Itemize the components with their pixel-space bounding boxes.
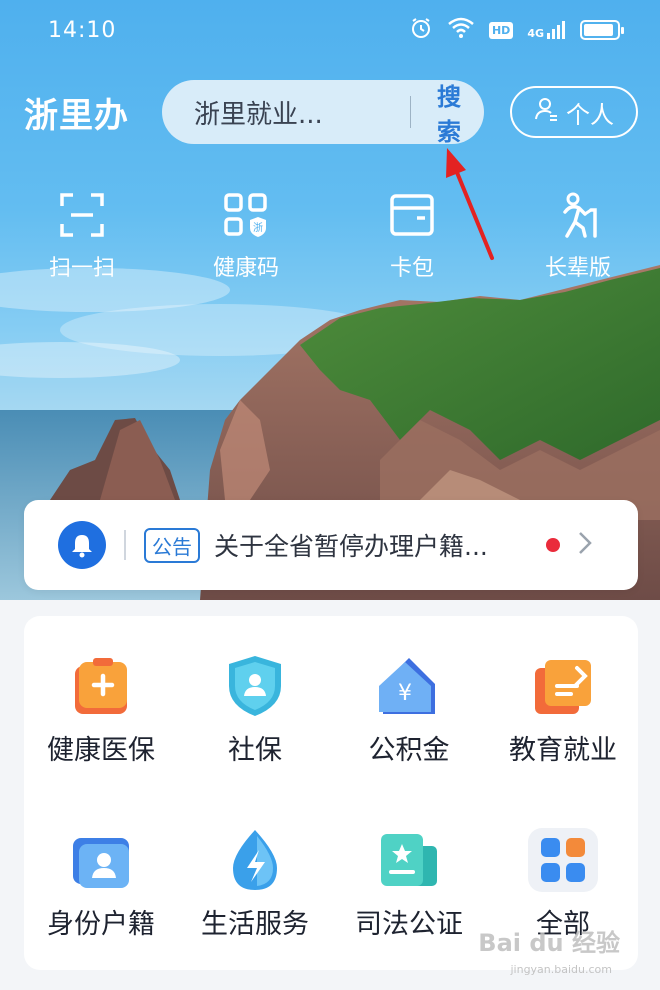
service-social-security[interactable]: 社保 bbox=[178, 654, 332, 767]
notice-divider bbox=[124, 530, 126, 560]
battery-icon bbox=[580, 20, 624, 40]
personal-label: 个人 bbox=[566, 100, 614, 129]
status-bar: 14:10 HD 4G bbox=[0, 0, 660, 64]
quick-action-label: 长辈版 bbox=[544, 256, 611, 281]
judicial-notary-icon bbox=[381, 834, 437, 886]
quick-action-label: 扫一扫 bbox=[48, 256, 115, 281]
service-education-employment[interactable]: 教育就业 bbox=[486, 654, 640, 767]
quick-action-card-wallet[interactable]: 卡包 bbox=[352, 192, 472, 282]
card-wallet-icon bbox=[390, 194, 434, 236]
user-icon bbox=[534, 96, 560, 128]
housing-fund-icon: ¥ bbox=[379, 658, 435, 714]
search-bar[interactable]: 浙里就业... 搜索 bbox=[162, 77, 484, 147]
all-services-icon bbox=[528, 828, 598, 892]
service-label: 健康医保 bbox=[47, 735, 155, 766]
search-input[interactable]: 浙里就业... bbox=[194, 94, 390, 131]
watermark-url: jingyan.baidu.com bbox=[510, 963, 612, 976]
service-label: 社保 bbox=[228, 735, 282, 766]
search-divider bbox=[409, 96, 411, 128]
health-code-icon: 浙 bbox=[224, 193, 267, 237]
unread-dot bbox=[546, 538, 560, 552]
elder-mode-icon bbox=[563, 192, 597, 238]
status-time: 14:10 bbox=[48, 18, 117, 43]
svg-text:¥: ¥ bbox=[398, 681, 412, 706]
hd-badge: HD bbox=[488, 21, 514, 39]
identity-registration-icon bbox=[73, 838, 129, 888]
cellular-signal-icon: 4G bbox=[527, 20, 566, 40]
service-label: 公积金 bbox=[368, 735, 450, 766]
wifi-icon bbox=[447, 17, 475, 43]
quick-action-health-code[interactable]: 浙 健康码 bbox=[186, 192, 306, 282]
health-code-badge: 浙 bbox=[253, 222, 263, 234]
search-button[interactable]: 搜索 bbox=[437, 77, 484, 147]
service-label: 教育就业 bbox=[509, 735, 617, 766]
scan-icon bbox=[60, 193, 104, 237]
quick-action-label: 卡包 bbox=[389, 256, 434, 281]
service-housing-fund[interactable]: ¥ 公积金 bbox=[332, 654, 486, 767]
medical-insurance-icon bbox=[75, 658, 127, 714]
watermark: Bai du 经验 bbox=[478, 929, 620, 957]
chevron-right-icon bbox=[578, 531, 592, 559]
quick-action-label: 健康码 bbox=[212, 256, 279, 281]
education-employment-icon bbox=[535, 660, 591, 714]
quick-action-elder-mode[interactable]: 长辈版 bbox=[518, 192, 638, 282]
notice-bar[interactable]: 公告 关于全省暂停办理户籍... bbox=[24, 500, 638, 590]
service-judicial-notary[interactable]: 司法公证 bbox=[332, 828, 486, 941]
quick-action-scan[interactable]: 扫一扫 bbox=[22, 192, 142, 282]
services-grid: 健康医保 社保 ¥ 公积金 教育就业 身份户籍 生活服务 司法公证 全部 bbox=[24, 616, 638, 970]
life-services-icon bbox=[233, 830, 277, 890]
alarm-icon bbox=[409, 16, 433, 44]
app-logo: 浙里办 bbox=[24, 96, 129, 136]
notice-text[interactable]: 关于全省暂停办理户籍... bbox=[214, 527, 532, 563]
service-label: 司法公证 bbox=[355, 909, 463, 940]
service-medical-insurance[interactable]: 健康医保 bbox=[24, 654, 178, 767]
service-life-services[interactable]: 生活服务 bbox=[178, 828, 332, 941]
bell-icon bbox=[58, 521, 106, 569]
social-security-icon bbox=[229, 656, 281, 716]
service-identity-registration[interactable]: 身份户籍 bbox=[24, 828, 178, 941]
service-label: 生活服务 bbox=[201, 909, 309, 940]
notice-tag: 公告 bbox=[144, 527, 200, 563]
personal-button[interactable]: 个人 bbox=[510, 86, 638, 138]
service-label: 身份户籍 bbox=[47, 909, 155, 940]
